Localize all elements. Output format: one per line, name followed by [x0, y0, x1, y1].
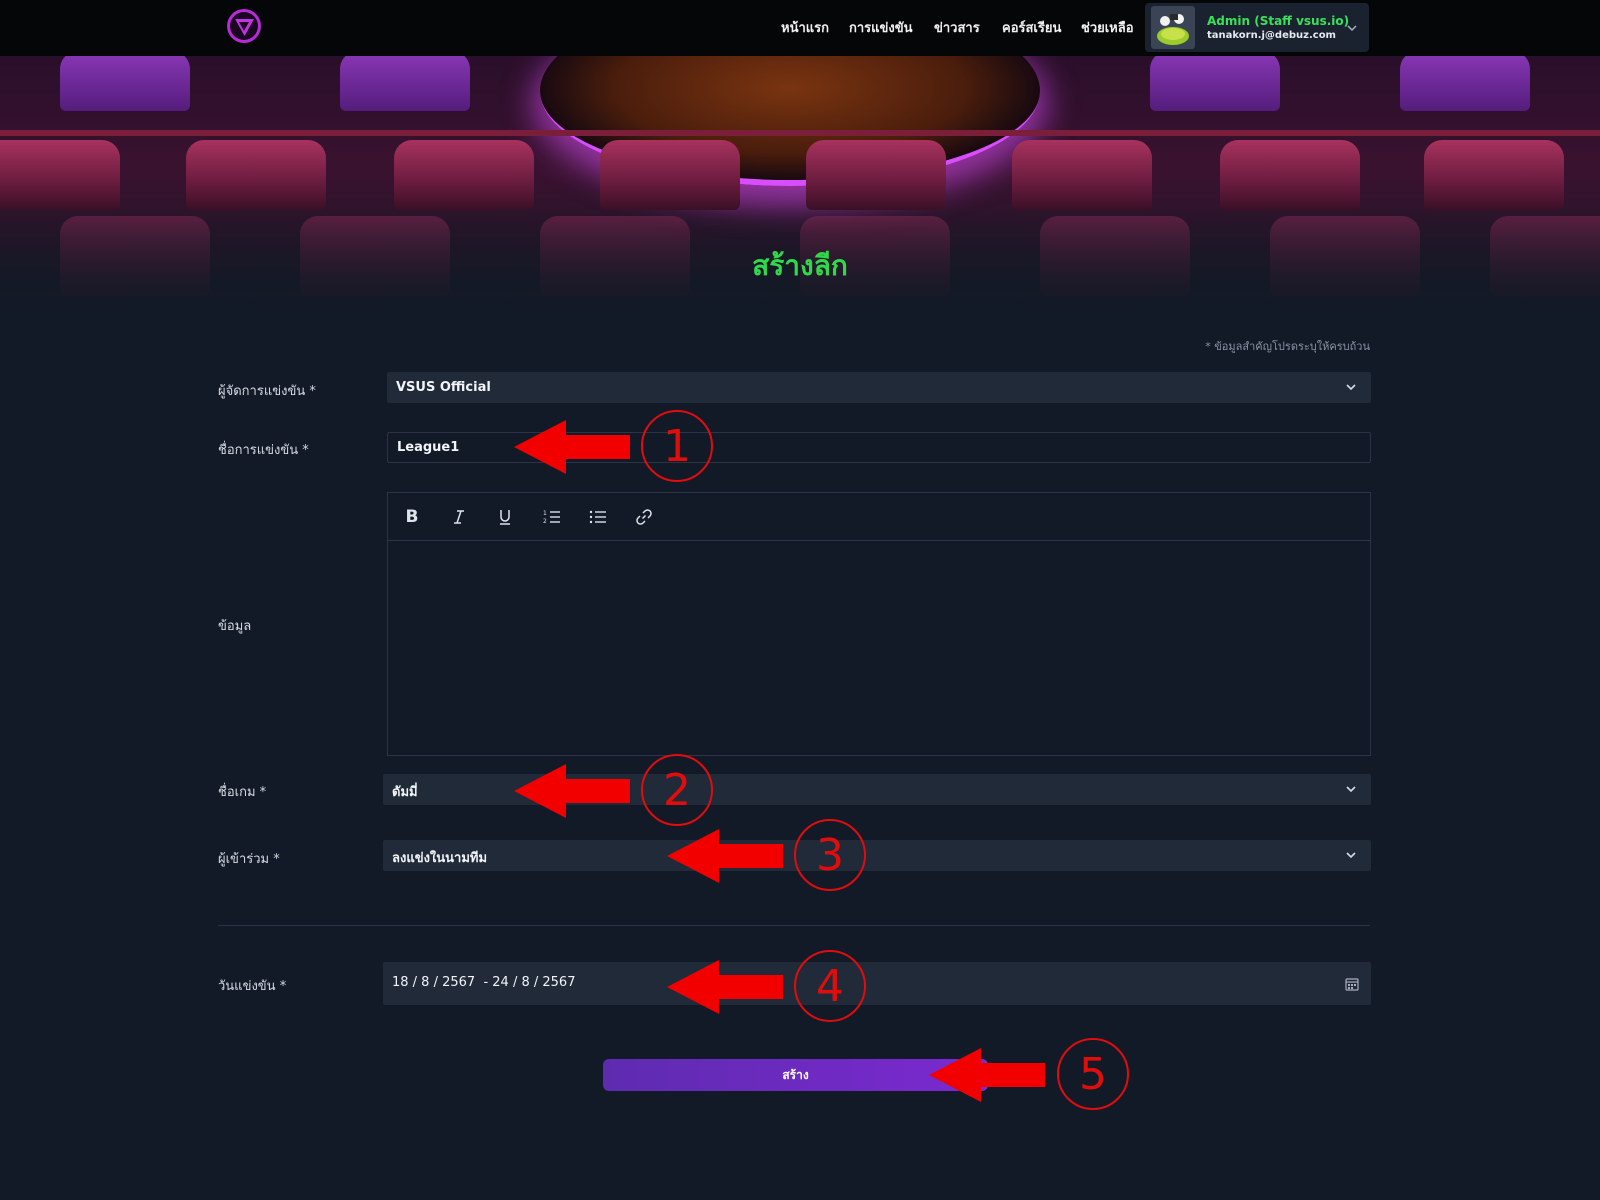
banner-seat — [806, 140, 946, 210]
annotation-number-4: 4 — [794, 950, 866, 1022]
participants-value: ลงแข่งในนามทีม — [392, 851, 488, 866]
user-email: tanakorn.j@debuz.com — [1207, 30, 1336, 41]
hero-banner — [0, 56, 1600, 346]
underline-icon[interactable] — [495, 507, 515, 527]
italic-icon[interactable] — [449, 507, 469, 527]
banner-seat — [60, 56, 190, 111]
competition-name-label: ชื่อการแข่งขัน * — [218, 443, 309, 458]
calendar-icon[interactable] — [1345, 977, 1359, 991]
nav-courses[interactable]: คอร์สเรียน — [1002, 17, 1061, 38]
bullet-list-icon[interactable] — [588, 507, 608, 527]
annotation-arrow-icon — [667, 829, 783, 883]
link-icon[interactable] — [634, 507, 654, 527]
banner-seat — [340, 56, 470, 111]
nav-competitions[interactable]: การแข่งขัน — [849, 17, 913, 38]
organizer-select[interactable]: VSUS Official — [387, 372, 1371, 403]
chevron-down-icon[interactable] — [1345, 21, 1359, 35]
participants-label: ผู้เข้าร่วม * — [218, 852, 280, 867]
svg-text:1: 1 — [543, 510, 547, 517]
banner-seat — [1400, 56, 1530, 111]
annotation-number-5: 5 — [1057, 1038, 1129, 1110]
avatar — [1151, 6, 1195, 49]
banner-seat — [600, 140, 740, 210]
top-navbar: หน้าแรก การแข่งขัน ข่าวสาร คอร์สเรียน ช่… — [0, 0, 1600, 56]
annotation-number-1: 1 — [641, 410, 713, 482]
banner-seat — [1150, 56, 1280, 111]
date-label: วันแข่งขัน * — [218, 979, 287, 994]
ordered-list-icon[interactable]: 12 — [542, 507, 562, 527]
game-value: ดัมมี่ — [392, 785, 418, 800]
banner-seat — [1424, 140, 1564, 210]
rich-text-editor[interactable]: B 12 — [387, 492, 1371, 756]
annotation-arrow-icon — [514, 764, 630, 818]
page-title: สร้างลีก — [752, 249, 848, 282]
annotation-arrow-icon — [514, 420, 630, 474]
annotation-number-3: 3 — [794, 819, 866, 891]
game-label: ชื่อเกม * — [218, 785, 267, 800]
nav-news[interactable]: ข่าวสาร — [934, 17, 980, 38]
annotation-arrow-icon — [929, 1048, 1045, 1102]
competition-name-value: League1 — [397, 440, 460, 455]
organizer-value: VSUS Official — [396, 380, 491, 395]
required-note: * ข้อมูลสำคัญโปรดระบุให้ครบถ้วน — [1205, 340, 1370, 353]
banner-seat — [1220, 140, 1360, 210]
date-value: 18 / 8 / 2567 - 24 / 8 / 2567 — [392, 975, 576, 990]
participants-select[interactable]: ลงแข่งในนามทีม — [383, 840, 1371, 871]
banner-seat — [394, 140, 534, 210]
annotation-number-2: 2 — [641, 754, 713, 826]
svg-text:2: 2 — [543, 518, 547, 525]
bold-icon[interactable]: B — [402, 507, 422, 527]
nav-help[interactable]: ช่วยเหลือ — [1081, 17, 1134, 38]
info-label: ข้อมูล — [218, 619, 252, 634]
user-name: Admin (Staff vsus.io) — [1207, 14, 1350, 28]
date-range-input[interactable]: 18 / 8 / 2567 - 24 / 8 / 2567 — [383, 962, 1371, 1005]
editor-toolbar: B 12 — [388, 493, 1370, 541]
banner-rail — [0, 130, 1600, 136]
banner-seat — [186, 140, 326, 210]
chevron-down-icon — [1346, 852, 1356, 859]
user-menu[interactable]: Admin (Staff vsus.io) tanakorn.j@debuz.c… — [1145, 3, 1369, 52]
chevron-down-icon — [1346, 384, 1356, 391]
organizer-label: ผู้จัดการแข่งขัน * — [218, 384, 316, 399]
vsus-logo-icon[interactable] — [226, 8, 262, 44]
nav-home[interactable]: หน้าแรก — [781, 17, 829, 38]
annotation-arrow-icon — [667, 960, 783, 1014]
chevron-down-icon — [1346, 786, 1356, 793]
banner-seat — [0, 140, 120, 210]
banner-seat — [1012, 140, 1152, 210]
section-divider — [218, 925, 1370, 926]
